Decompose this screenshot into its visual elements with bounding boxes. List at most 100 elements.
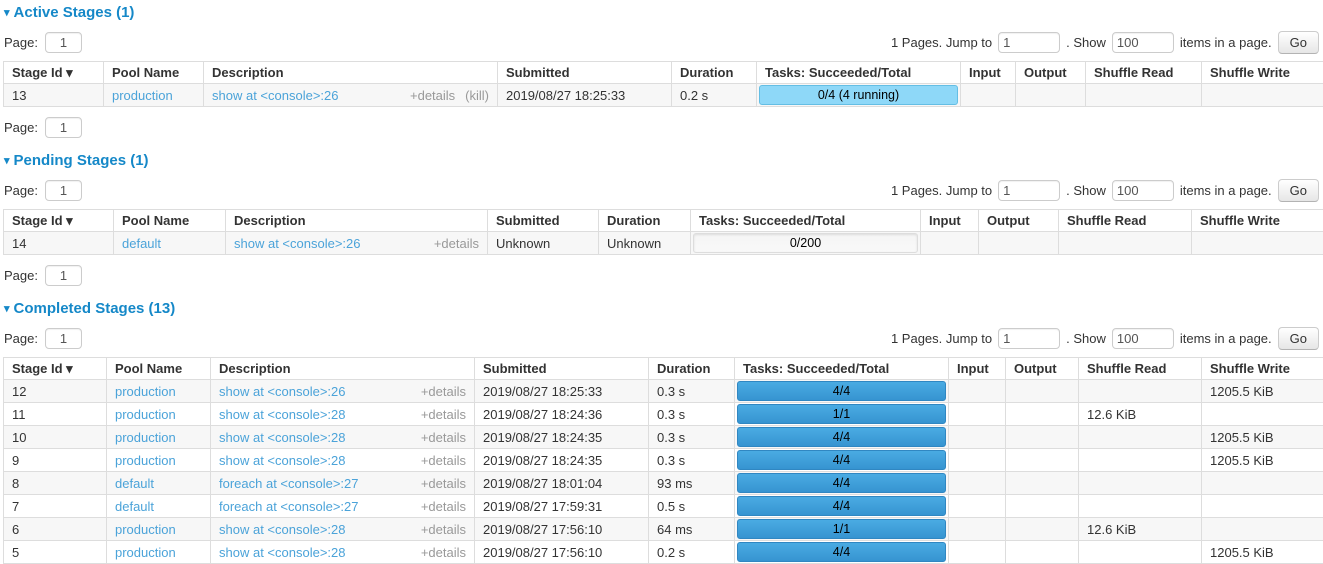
pool-link[interactable]: default bbox=[122, 236, 161, 251]
go-button[interactable]: Go bbox=[1278, 31, 1319, 54]
pending-top-pager: Page: 1 Pages. Jump to . Show items in a… bbox=[4, 179, 1319, 202]
pool-link[interactable]: production bbox=[115, 407, 176, 422]
page-number-input[interactable] bbox=[45, 117, 82, 138]
input-cell bbox=[921, 232, 979, 255]
column-header[interactable]: Shuffle Read bbox=[1059, 210, 1192, 232]
column-header[interactable]: Tasks: Succeeded/Total bbox=[757, 62, 961, 84]
description-link[interactable]: show at <console>:28 bbox=[219, 522, 345, 537]
shuffle-write-cell: 1205.5 KiB bbox=[1202, 426, 1323, 449]
details-toggle[interactable]: +details bbox=[434, 236, 479, 251]
page-number-input[interactable] bbox=[45, 180, 82, 201]
stage-id-cell: 10 bbox=[4, 426, 107, 449]
column-header[interactable]: Duration bbox=[599, 210, 691, 232]
column-header[interactable]: Tasks: Succeeded/Total bbox=[691, 210, 921, 232]
shuffle-write-cell bbox=[1202, 84, 1323, 107]
details-toggle[interactable]: +details bbox=[421, 384, 466, 399]
column-header[interactable]: Duration bbox=[672, 62, 757, 84]
description-link[interactable]: show at <console>:28 bbox=[219, 453, 345, 468]
pending-stages-header[interactable]: ▾Pending Stages (1) bbox=[4, 152, 1319, 170]
table-row: 5 production show at <console>:28 +detai… bbox=[4, 541, 1323, 564]
description-link[interactable]: show at <console>:26 bbox=[212, 88, 338, 103]
tasks-cell: 4/4 bbox=[735, 380, 949, 403]
column-header[interactable]: Stage Id ▾ bbox=[4, 210, 114, 232]
details-toggle[interactable]: +details bbox=[421, 545, 466, 560]
column-header[interactable]: Description bbox=[211, 358, 475, 380]
kill-link[interactable]: (kill) bbox=[465, 88, 489, 103]
collapse-arrow-icon: ▾ bbox=[4, 7, 10, 19]
description-link[interactable]: show at <console>:28 bbox=[219, 430, 345, 445]
page-number-input[interactable] bbox=[45, 32, 82, 53]
column-header[interactable]: Input bbox=[921, 210, 979, 232]
stage-id-cell: 6 bbox=[4, 518, 107, 541]
column-header[interactable]: Tasks: Succeeded/Total bbox=[735, 358, 949, 380]
pool-link[interactable]: production bbox=[115, 522, 176, 537]
details-toggle[interactable]: +details bbox=[421, 522, 466, 537]
column-header[interactable]: Shuffle Write bbox=[1192, 210, 1323, 232]
column-header[interactable]: Input bbox=[961, 62, 1016, 84]
pool-link[interactable]: production bbox=[112, 88, 173, 103]
description-link[interactable]: show at <console>:26 bbox=[219, 384, 345, 399]
pool-cell: production bbox=[107, 380, 211, 403]
details-toggle[interactable]: +details bbox=[421, 407, 466, 422]
column-header[interactable]: Submitted bbox=[488, 210, 599, 232]
active-stages-header[interactable]: ▾Active Stages (1) bbox=[4, 4, 1319, 22]
pool-link[interactable]: production bbox=[115, 430, 176, 445]
description-link[interactable]: show at <console>:28 bbox=[219, 407, 345, 422]
details-toggle[interactable]: +details bbox=[410, 88, 455, 103]
description-cell: foreach at <console>:27 +details bbox=[211, 472, 475, 495]
details-toggle[interactable]: +details bbox=[421, 476, 466, 491]
pool-link[interactable]: default bbox=[115, 499, 154, 514]
column-header[interactable]: Stage Id ▾ bbox=[4, 358, 107, 380]
column-header[interactable]: Shuffle Write bbox=[1202, 62, 1323, 84]
jump-to-page-input[interactable] bbox=[998, 328, 1060, 349]
column-header[interactable]: Submitted bbox=[498, 62, 672, 84]
description-link[interactable]: show at <console>:28 bbox=[219, 545, 345, 560]
description-link[interactable]: show at <console>:26 bbox=[234, 236, 360, 251]
active-stages-table: Stage Id ▾Pool NameDescriptionSubmittedD… bbox=[3, 61, 1323, 107]
description-link[interactable]: foreach at <console>:27 bbox=[219, 499, 359, 514]
details-toggle[interactable]: +details bbox=[421, 430, 466, 445]
details-toggle[interactable]: +details bbox=[421, 453, 466, 468]
column-header[interactable]: Pool Name bbox=[114, 210, 226, 232]
pool-link[interactable]: production bbox=[115, 384, 176, 399]
completed-stages-header[interactable]: ▾Completed Stages (13) bbox=[4, 300, 1319, 318]
column-header[interactable]: Duration bbox=[649, 358, 735, 380]
pool-link[interactable]: production bbox=[115, 453, 176, 468]
column-header[interactable]: Output bbox=[1016, 62, 1086, 84]
column-header[interactable]: Shuffle Read bbox=[1086, 62, 1202, 84]
items-per-page-input[interactable] bbox=[1112, 180, 1174, 201]
column-header[interactable]: Output bbox=[979, 210, 1059, 232]
details-toggle[interactable]: +details bbox=[421, 499, 466, 514]
jump-to-page-input[interactable] bbox=[998, 180, 1060, 201]
output-cell bbox=[1006, 518, 1079, 541]
column-header[interactable]: Description bbox=[204, 62, 498, 84]
column-header[interactable]: Shuffle Read bbox=[1079, 358, 1202, 380]
output-cell bbox=[1016, 84, 1086, 107]
description-link[interactable]: foreach at <console>:27 bbox=[219, 476, 359, 491]
table-row: 10 production show at <console>:28 +deta… bbox=[4, 426, 1323, 449]
column-header[interactable]: Input bbox=[949, 358, 1006, 380]
page-number-input[interactable] bbox=[45, 328, 82, 349]
column-header[interactable]: Description bbox=[226, 210, 488, 232]
items-per-page-input[interactable] bbox=[1112, 328, 1174, 349]
pool-link[interactable]: production bbox=[115, 545, 176, 560]
jump-to-page-input[interactable] bbox=[998, 32, 1060, 53]
go-button[interactable]: Go bbox=[1278, 327, 1319, 350]
go-button[interactable]: Go bbox=[1278, 179, 1319, 202]
items-per-page-input[interactable] bbox=[1112, 32, 1174, 53]
column-header[interactable]: Output bbox=[1006, 358, 1079, 380]
input-cell bbox=[949, 426, 1006, 449]
submitted-cell: Unknown bbox=[488, 232, 599, 255]
column-header[interactable]: Pool Name bbox=[104, 62, 204, 84]
tasks-cell: 1/1 bbox=[735, 403, 949, 426]
pool-link[interactable]: default bbox=[115, 476, 154, 491]
page-number-input[interactable] bbox=[45, 265, 82, 286]
tasks-progress-bar: 1/1 bbox=[737, 519, 946, 539]
column-header[interactable]: Submitted bbox=[475, 358, 649, 380]
column-header[interactable]: Shuffle Write bbox=[1202, 358, 1323, 380]
column-header[interactable]: Pool Name bbox=[107, 358, 211, 380]
submitted-cell: 2019/08/27 17:59:31 bbox=[475, 495, 649, 518]
shuffle-write-cell bbox=[1202, 472, 1323, 495]
column-header[interactable]: Stage Id ▾ bbox=[4, 62, 104, 84]
shuffle-read-cell bbox=[1079, 541, 1202, 564]
